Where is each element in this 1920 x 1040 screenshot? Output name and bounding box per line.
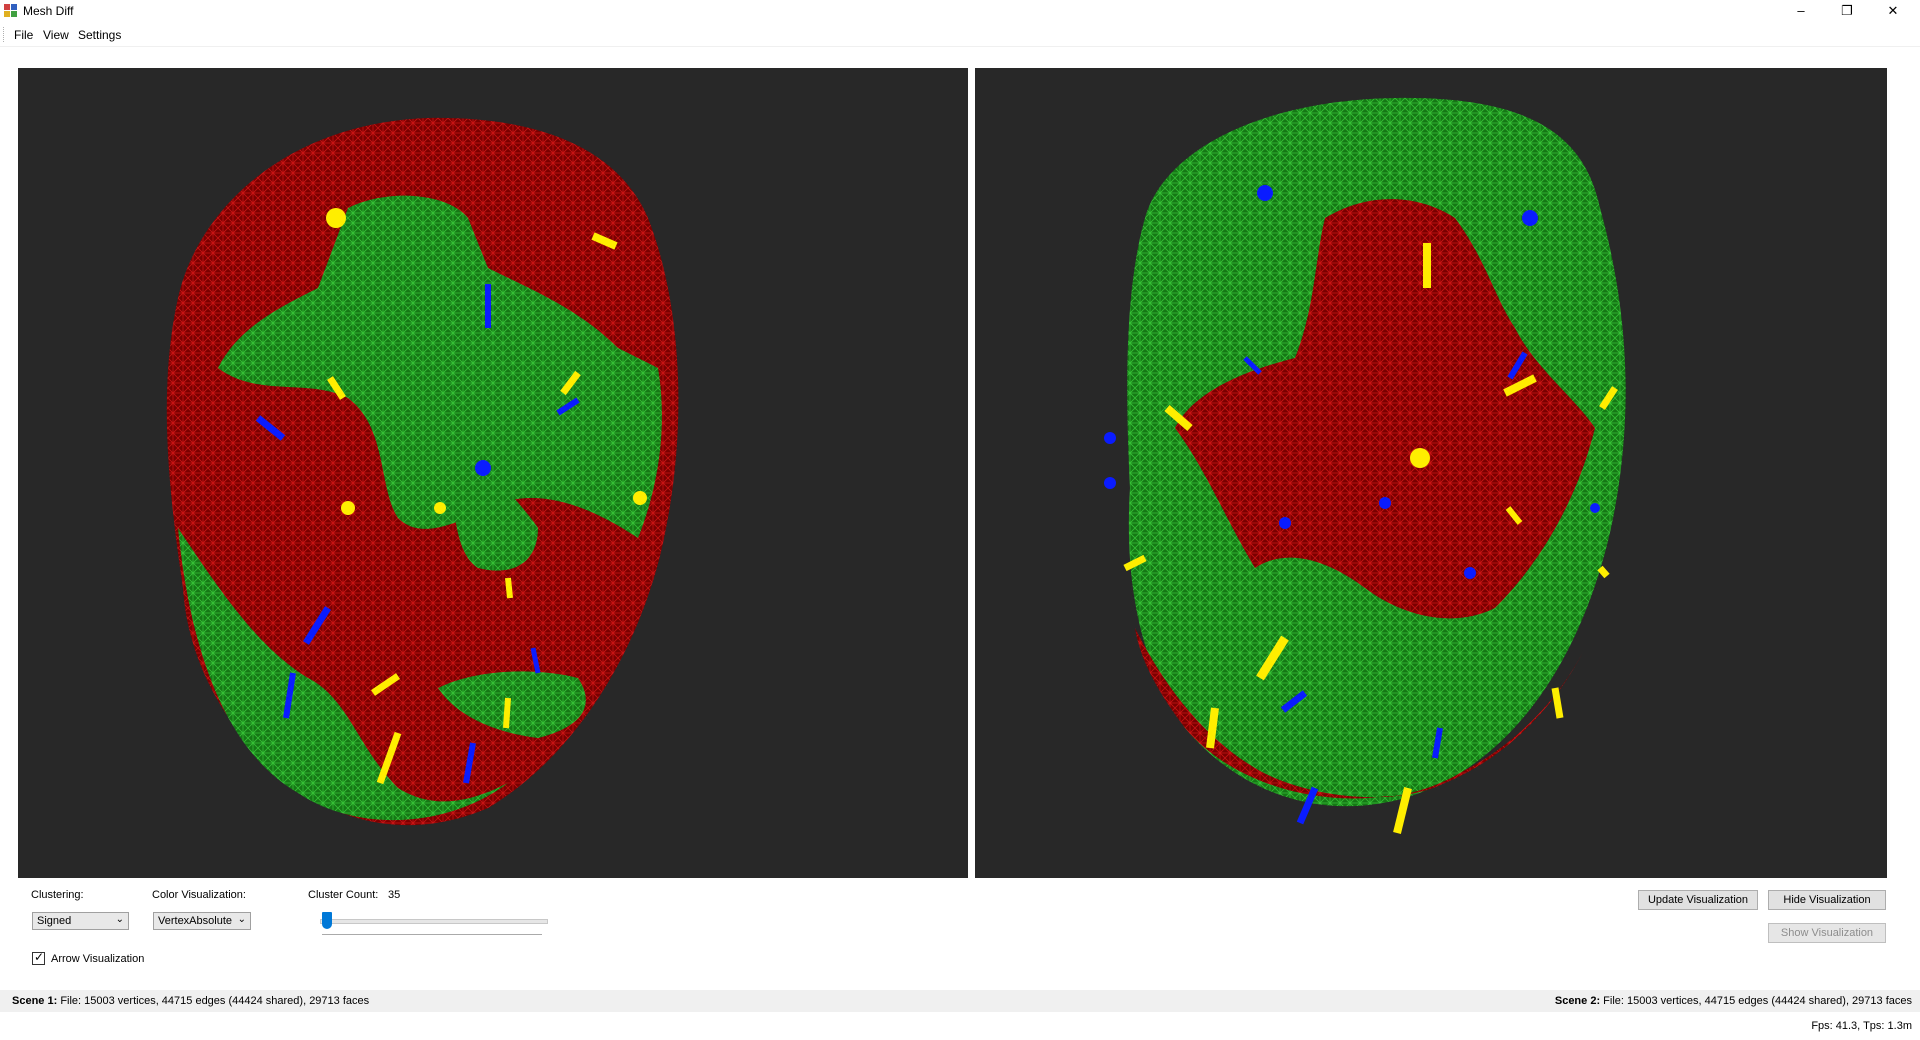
checkmark-icon: ✓ [34, 950, 45, 964]
menu-bar: File View Settings [0, 24, 1920, 47]
controls-panel [0, 878, 1920, 988]
restore-button[interactable]: ❐ [1824, 0, 1870, 22]
clustering-select[interactable]: Signed ⌄ [32, 912, 129, 930]
fps-readout: Fps: 41.3, Tps: 1.3m [1811, 1020, 1912, 1032]
scene1-status: Scene 1: File: 15003 vertices, 44715 edg… [12, 995, 369, 1007]
scene2-status: Scene 2: File: 15003 vertices, 44715 edg… [1555, 995, 1912, 1007]
cluster-count-slider-thumb[interactable] [322, 912, 332, 929]
scene2-info: File: 15003 vertices, 44715 edges (44424… [1603, 995, 1912, 1007]
menu-settings[interactable]: Settings [78, 28, 121, 42]
app-icon [4, 4, 17, 17]
menu-file[interactable]: File [14, 28, 33, 42]
color-visualization-value: VertexAbsolute [158, 915, 232, 927]
arrow-visualization-label: Arrow Visualization [51, 953, 145, 965]
color-visualization-label: Color Visualization: [152, 889, 246, 901]
menu-grip [3, 27, 6, 42]
title-bar: Mesh Diff – ❐ ✕ [0, 0, 1920, 22]
color-visualization-select[interactable]: VertexAbsolute ⌄ [153, 912, 251, 930]
cluster-count-label: Cluster Count: [308, 889, 379, 901]
scene1-label: Scene 1: [12, 995, 58, 1007]
cluster-count-slider-track[interactable] [320, 919, 548, 924]
update-visualization-button[interactable]: Update Visualization [1638, 890, 1758, 910]
menu-view[interactable]: View [43, 28, 69, 42]
chevron-down-icon: ⌄ [115, 914, 124, 925]
scene2-mesh-render [1104, 97, 1626, 834]
cluster-count-slider-ticks [322, 934, 542, 935]
scene1-info: File: 15003 vertices, 44715 edges (44424… [60, 995, 370, 1007]
clustering-label: Clustering: [31, 889, 84, 901]
window-title: Mesh Diff [23, 4, 74, 18]
scene2-viewport[interactable] [975, 68, 1887, 878]
minimize-button[interactable]: – [1778, 0, 1824, 22]
hide-visualization-button[interactable]: Hide Visualization [1768, 890, 1886, 910]
close-button[interactable]: ✕ [1870, 0, 1916, 22]
cluster-count-value: 35 [388, 889, 401, 901]
clustering-value: Signed [37, 915, 72, 927]
scene1-mesh-render [166, 117, 679, 826]
chevron-down-icon: ⌄ [237, 914, 246, 925]
arrow-visualization-checkbox[interactable]: ✓ [32, 950, 45, 965]
scene1-viewport[interactable] [18, 68, 968, 878]
scene-status-bar: Scene 1: File: 15003 vertices, 44715 edg… [0, 990, 1920, 1012]
performance-status-bar: Fps: 41.3, Tps: 1.3m [0, 1014, 1920, 1036]
scene2-label: Scene 2: [1554, 995, 1601, 1007]
show-visualization-button[interactable]: Show Visualization [1768, 923, 1886, 943]
